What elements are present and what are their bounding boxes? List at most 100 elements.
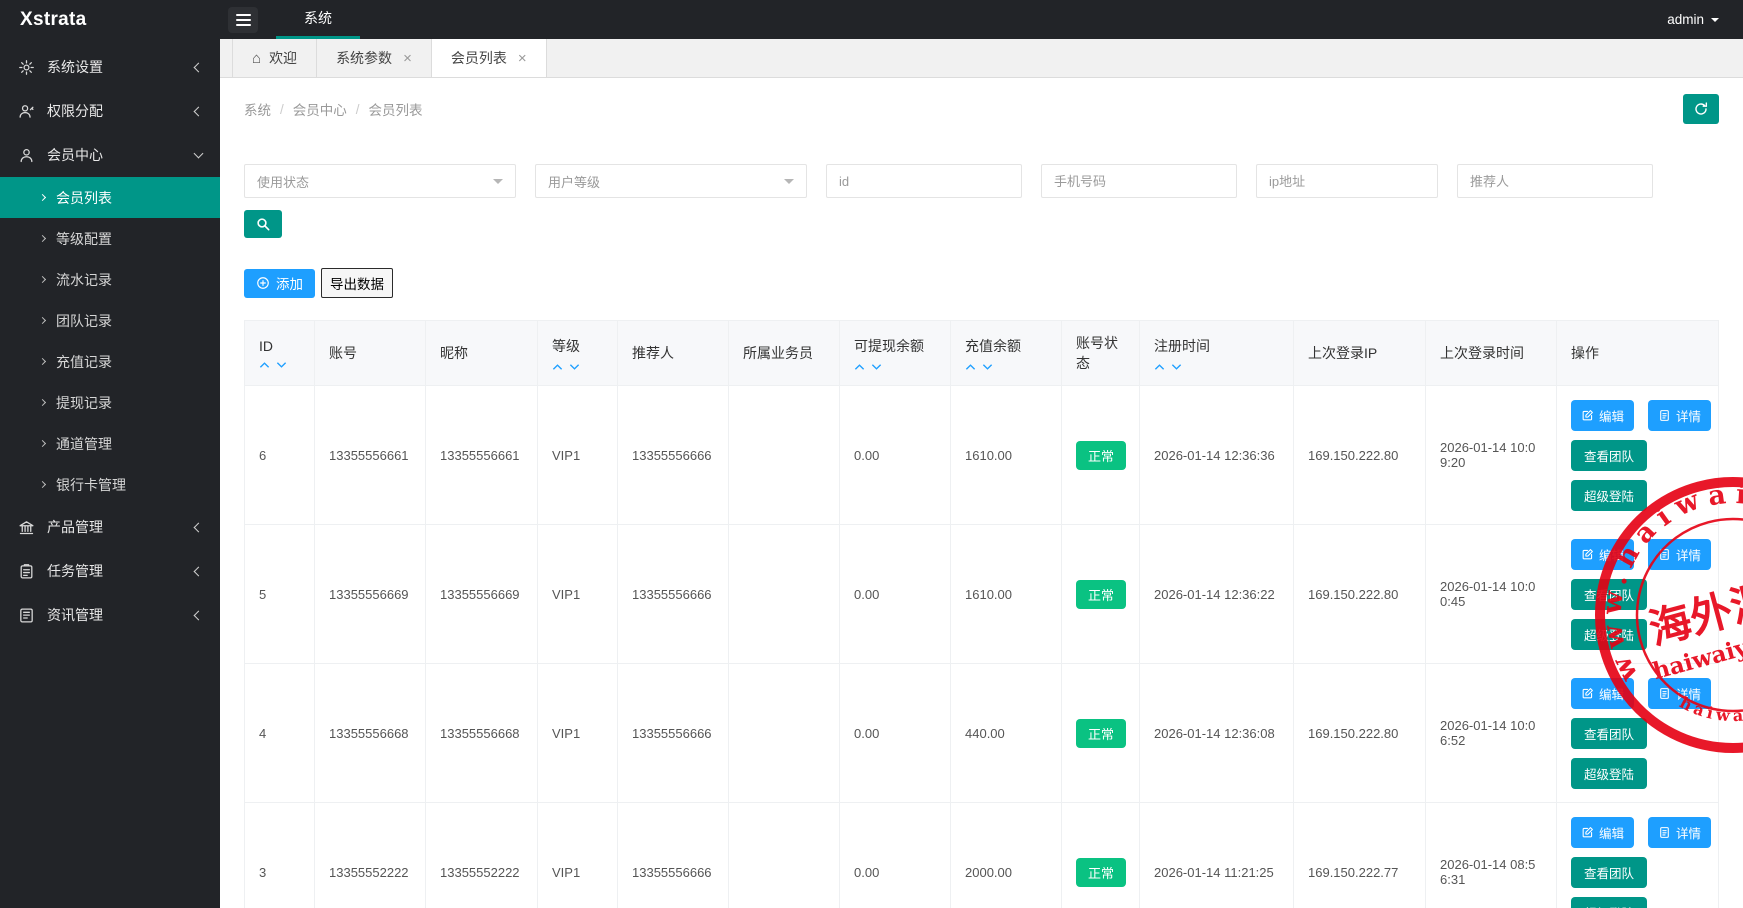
chevron-down-icon <box>493 179 503 189</box>
edit-button[interactable]: 编辑 <box>1571 817 1634 848</box>
book-icon <box>18 607 35 624</box>
super-login-button[interactable]: 超级登陆 <box>1571 480 1647 511</box>
phone-input[interactable] <box>1041 164 1237 198</box>
table-header-row: ID 账号 昵称 等级 <box>245 321 1719 386</box>
cell-id: 4 <box>245 664 315 803</box>
home-icon: ⌂ <box>252 50 261 67</box>
sidebar-item-label: 权限分配 <box>47 101 103 121</box>
chevron-right-icon <box>39 399 46 406</box>
cell-level: VIP1 <box>538 525 618 664</box>
level-select[interactable]: 用户等级 <box>535 164 807 198</box>
super-login-button[interactable]: 超级登陆 <box>1571 758 1647 789</box>
cell-status: 正常 <box>1062 664 1140 803</box>
ip-input[interactable] <box>1256 164 1438 198</box>
circle-plus-icon <box>256 276 270 290</box>
sidebar-item-member-center[interactable]: 会员中心 <box>0 133 220 177</box>
sort-controls[interactable] <box>1154 363 1279 371</box>
status-select[interactable]: 使用状态 <box>244 164 516 198</box>
column-header-withdrawable[interactable]: 可提现余额 <box>840 321 951 386</box>
tab-welcome[interactable]: ⌂ 欢迎 <box>232 39 317 77</box>
gear-icon <box>18 59 35 76</box>
sidebar-subitem-bankcard-management[interactable]: 银行卡管理 <box>0 464 220 505</box>
chevron-right-icon <box>39 440 46 447</box>
user-menu[interactable]: admin <box>1667 12 1743 27</box>
super-login-button[interactable]: 超级登陆 <box>1571 897 1647 908</box>
sidebar-item-permission-assign[interactable]: 权限分配 <box>0 89 220 133</box>
cell-recharge: 1610.00 <box>951 525 1062 664</box>
sidebar-subitem-team-records[interactable]: 团队记录 <box>0 300 220 341</box>
column-header-level[interactable]: 等级 <box>538 321 618 386</box>
referrer-input[interactable] <box>1457 164 1653 198</box>
sort-controls[interactable] <box>854 363 936 371</box>
sidebar-item-news-management[interactable]: 资讯管理 <box>0 593 220 637</box>
view-team-button[interactable]: 查看团队 <box>1571 718 1647 749</box>
submenu-label: 充值记录 <box>56 352 112 372</box>
sort-controls[interactable] <box>965 363 1047 371</box>
cell-register-time: 2026-01-14 12:36:22 <box>1140 525 1294 664</box>
column-header-last-ip: 上次登录IP <box>1294 321 1426 386</box>
detail-button[interactable]: 详情 <box>1648 539 1711 570</box>
chevron-right-icon <box>39 235 46 242</box>
column-header-register-time[interactable]: 注册时间 <box>1140 321 1294 386</box>
sidebar-item-product-management[interactable]: 产品管理 <box>0 505 220 549</box>
sidebar-item-label: 资讯管理 <box>47 605 103 625</box>
status-badge: 正常 <box>1076 580 1126 609</box>
chevron-left-icon <box>194 610 204 620</box>
view-team-button[interactable]: 查看团队 <box>1571 857 1647 888</box>
sort-controls[interactable] <box>552 363 603 371</box>
sidebar: Xstrata 系统设置 权限分配 会员中心 <box>0 0 220 908</box>
export-data-button[interactable]: 导出数据 <box>321 268 393 298</box>
content: 系统 / 会员中心 / 会员列表 使用状态 用户等 <box>220 78 1743 908</box>
tab-label: 会员列表 <box>451 48 507 68</box>
sidebar-subitem-flow-records[interactable]: 流水记录 <box>0 259 220 300</box>
edit-button[interactable]: 编辑 <box>1571 678 1634 709</box>
cell-last-ip: 169.150.222.80 <box>1294 386 1426 525</box>
column-header-id[interactable]: ID <box>245 321 315 386</box>
breadcrumb-row: 系统 / 会员中心 / 会员列表 <box>244 94 1719 124</box>
detail-button[interactable]: 详情 <box>1648 400 1711 431</box>
sidebar-item-task-management[interactable]: 任务管理 <box>0 549 220 593</box>
app-root: Xstrata 系统设置 权限分配 会员中心 <box>0 0 1743 908</box>
tab-member-list[interactable]: 会员列表 × <box>432 39 547 77</box>
close-icon[interactable]: × <box>518 51 527 66</box>
sidebar-subitem-level-config[interactable]: 等级配置 <box>0 218 220 259</box>
tab-system-params[interactable]: 系统参数 × <box>317 39 432 77</box>
cell-last-login-time: 2026-01-14 08:56:31 <box>1426 803 1557 908</box>
cell-withdrawable: 0.00 <box>840 386 951 525</box>
topnav-item-system[interactable]: 系统 <box>276 0 360 39</box>
chevron-right-icon <box>39 194 46 201</box>
column-header-referrer: 推荐人 <box>618 321 729 386</box>
column-header-salesman: 所属业务员 <box>729 321 840 386</box>
sidebar-subitem-withdraw-records[interactable]: 提现记录 <box>0 382 220 423</box>
view-team-button[interactable]: 查看团队 <box>1571 579 1647 610</box>
column-header-recharge[interactable]: 充值余额 <box>951 321 1062 386</box>
topbar: 系统 admin <box>220 0 1743 39</box>
edit-button[interactable]: 编辑 <box>1571 539 1634 570</box>
submenu-label: 提现记录 <box>56 393 112 413</box>
document-icon <box>1658 687 1671 700</box>
chevron-right-icon <box>39 358 46 365</box>
sidebar-subitem-recharge-records[interactable]: 充值记录 <box>0 341 220 382</box>
sort-controls[interactable] <box>259 361 300 369</box>
sidebar-item-system-settings[interactable]: 系统设置 <box>0 45 220 89</box>
view-team-button[interactable]: 查看团队 <box>1571 440 1647 471</box>
cell-salesman <box>729 803 840 908</box>
cell-operations: 编辑 详情 查看团队 超级登陆 <box>1557 803 1719 908</box>
add-button[interactable]: 添加 <box>244 269 315 298</box>
edit-button[interactable]: 编辑 <box>1571 400 1634 431</box>
close-icon[interactable]: × <box>403 51 412 66</box>
submenu-label: 会员列表 <box>56 188 112 208</box>
member-table: ID 账号 昵称 等级 <box>244 320 1719 908</box>
sort-asc-icon <box>965 363 976 371</box>
id-input[interactable] <box>826 164 1022 198</box>
refresh-button[interactable] <box>1683 94 1719 124</box>
sidebar-subitem-channel-management[interactable]: 通道管理 <box>0 423 220 464</box>
search-button[interactable] <box>244 210 282 238</box>
detail-button[interactable]: 详情 <box>1648 678 1711 709</box>
sidebar-subitem-member-list[interactable]: 会员列表 <box>0 177 220 218</box>
edit-icon <box>1581 548 1594 561</box>
chevron-down-icon <box>194 149 204 159</box>
super-login-button[interactable]: 超级登陆 <box>1571 619 1647 650</box>
menu-toggle-button[interactable] <box>220 0 266 39</box>
detail-button[interactable]: 详情 <box>1648 817 1711 848</box>
